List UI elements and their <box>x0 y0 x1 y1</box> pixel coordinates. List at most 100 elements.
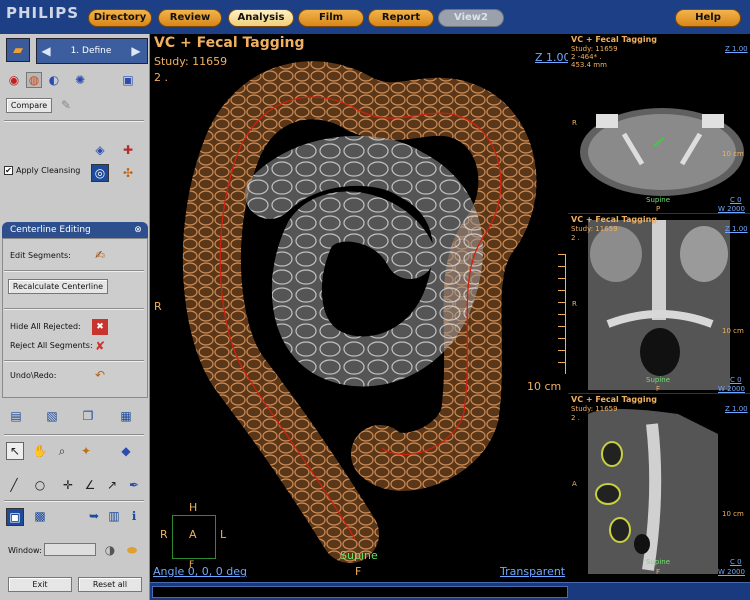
tab-film[interactable]: Film <box>298 9 364 27</box>
copy-icon[interactable]: ❐ <box>80 408 96 424</box>
main-3d-view[interactable]: VC + Fecal Tagging Study: 11659 2 . Z 1.… <box>150 34 571 582</box>
info-icon[interactable]: ℹ <box>126 508 142 524</box>
link-icon[interactable]: ✎ <box>58 97 74 113</box>
annotation-icon[interactable]: ✒ <box>126 477 142 493</box>
philips-logo: PHILIPS <box>6 4 80 22</box>
contrast-icon[interactable]: ◑ <box>102 542 118 558</box>
endoscopic-view-icon[interactable]: ◍ <box>26 72 42 88</box>
coronal-bottom: F <box>656 385 661 393</box>
left-control-panel: ▰ ◀ 1. Define ▶ ◉ ◍ ◐ ✺ ▣ Compare ✎ ◈ ✚ … <box>0 34 150 600</box>
axial-panel[interactable]: VC + Fecal Tagging Study: 11659 2 -464* … <box>568 34 750 214</box>
coronal-position: Supine <box>646 376 671 384</box>
apply-cleansing-label: Apply Cleansing <box>16 166 81 175</box>
pointer-icon[interactable]: ↖ <box>6 442 24 460</box>
undo-redo-icon[interactable]: ↶ <box>92 367 108 383</box>
view-mode-icon[interactable]: ◉ <box>6 72 22 88</box>
reject-all-icon[interactable]: ✘ <box>92 338 108 354</box>
bottom-orientation-label: F <box>355 565 362 578</box>
coronal-panel[interactable]: VC + Fecal Tagging Study: 11659 2 . Z 1.… <box>568 214 750 394</box>
help-button[interactable]: Help <box>675 9 741 27</box>
sagittal-title: VC + Fecal Tagging <box>571 395 658 404</box>
previous-step-icon[interactable]: ◀ <box>38 43 54 59</box>
ellipse-tool-icon[interactable]: ○ <box>32 477 48 493</box>
navigation-icon[interactable]: ◐ <box>46 72 62 88</box>
collapse-icon[interactable]: ⊗ <box>130 222 146 238</box>
apply-cleansing-checkbox[interactable]: ✔ <box>4 166 13 175</box>
pan-icon[interactable]: ✋ <box>32 443 48 459</box>
edit-segments-label: Edit Segments: <box>10 251 71 260</box>
fly-through-icon[interactable]: ✺ <box>72 72 88 88</box>
recalculate-centerline-button[interactable]: Recalculate Centerline <box>8 279 108 294</box>
zoom-readout[interactable]: Z 1.00 <box>535 51 571 64</box>
reset-all-button[interactable]: Reset all <box>78 577 142 592</box>
hide-rejected-icon[interactable]: ✖ <box>92 319 108 335</box>
export-icon[interactable]: ➥ <box>86 508 102 524</box>
angle-readout[interactable]: Angle 0, 0, 0 deg <box>153 565 247 578</box>
sagittal-width[interactable]: W 2000 <box>718 568 745 576</box>
compare-button[interactable]: Compare <box>6 98 52 113</box>
undo-redo-label: Undo\Redo: <box>10 371 57 380</box>
sagittal-center[interactable]: C 0 <box>730 558 742 566</box>
tab-directory[interactable]: Directory <box>88 9 152 27</box>
message-field <box>152 586 568 598</box>
coronal-zoom[interactable]: Z 1.00 <box>725 225 748 233</box>
axial-depth: 453.4 mm <box>571 61 607 69</box>
coronal-center[interactable]: C 0 <box>730 376 742 384</box>
zoom-icon[interactable]: ⌕ <box>54 443 70 459</box>
tab-review[interactable]: Review <box>158 9 222 27</box>
window-select[interactable] <box>44 543 96 556</box>
coronal-width[interactable]: W 2000 <box>718 385 745 393</box>
position-label: Supine <box>340 549 378 562</box>
layout-icon[interactable]: ▣ <box>120 72 136 88</box>
coronal-scale: 10 cm <box>722 327 744 335</box>
folder-icon[interactable]: ▰ <box>6 38 30 62</box>
sagittal-side: A <box>572 480 577 488</box>
camera-icon[interactable]: ▧ <box>44 408 60 424</box>
fold-icon[interactable]: ✣ <box>120 165 136 181</box>
layout-2-icon[interactable]: ▩ <box>32 508 48 524</box>
cube-icon[interactable]: ◆ <box>118 443 134 459</box>
sagittal-study: Study: 11659 <box>571 405 618 413</box>
cube-left-label: R <box>160 528 168 541</box>
coronal-ct-image <box>588 220 730 390</box>
tab-report[interactable]: Report <box>368 9 434 27</box>
cube-right-label: L <box>220 528 227 541</box>
save-icon[interactable]: ▤ <box>8 408 24 424</box>
status-bar <box>150 582 750 600</box>
render-mode-link[interactable]: Transparent <box>500 565 565 578</box>
axial-scale: 10 cm <box>722 150 744 158</box>
exit-button[interactable]: Exit <box>8 577 72 592</box>
film-icon[interactable]: ▦ <box>118 408 134 424</box>
coronal-study: Study: 11659 <box>571 225 618 233</box>
angle-tool-icon[interactable]: ∠ <box>82 477 98 493</box>
axial-side: R <box>572 119 577 127</box>
sagittal-panel[interactable]: VC + Fecal Tagging Study: 11659 2 . Z 1.… <box>568 394 750 580</box>
tab-analysis[interactable]: Analysis <box>228 9 294 27</box>
rotate-icon[interactable]: ✦ <box>78 443 94 459</box>
axial-center[interactable]: C 0 <box>730 196 742 204</box>
axial-zoom[interactable]: Z 1.00 <box>725 45 748 53</box>
colon-3d-rendering <box>182 61 537 563</box>
next-step-icon[interactable]: ▶ <box>128 43 144 59</box>
window-preset-icon[interactable]: ⬬ <box>124 542 140 558</box>
axial-width[interactable]: W 2000 <box>718 205 745 213</box>
marker-icon[interactable]: ✚ <box>120 142 136 158</box>
crosshair-icon[interactable]: ✛ <box>60 477 76 493</box>
tab-view2[interactable]: View2 <box>438 9 504 27</box>
cleansing-tool-icon[interactable]: ◈ <box>92 142 108 158</box>
sequence-icon[interactable]: ▥ <box>106 508 122 524</box>
sagittal-position: Supine <box>646 558 671 566</box>
reject-all-segments-label: Reject All Segments: <box>10 341 93 350</box>
coronal-series: 2 . <box>571 234 580 242</box>
line-tool-icon[interactable]: ╱ <box>6 477 22 493</box>
step-selector[interactable]: 1. Define <box>56 43 126 59</box>
edit-segments-icon[interactable]: ✍ <box>92 247 108 263</box>
layout-1-icon[interactable]: ▣ <box>6 508 24 526</box>
cube-bottom-label: F <box>189 560 195 570</box>
sagittal-zoom[interactable]: Z 1.00 <box>725 405 748 413</box>
axial-study: Study: 11659 <box>571 45 618 53</box>
cleansing-view-icon[interactable]: ◎ <box>91 164 109 182</box>
centerline-editing-title: Centerline Editing <box>10 225 91 235</box>
arrow-tool-icon[interactable]: ↗ <box>104 477 120 493</box>
sagittal-ct-image <box>588 409 718 574</box>
